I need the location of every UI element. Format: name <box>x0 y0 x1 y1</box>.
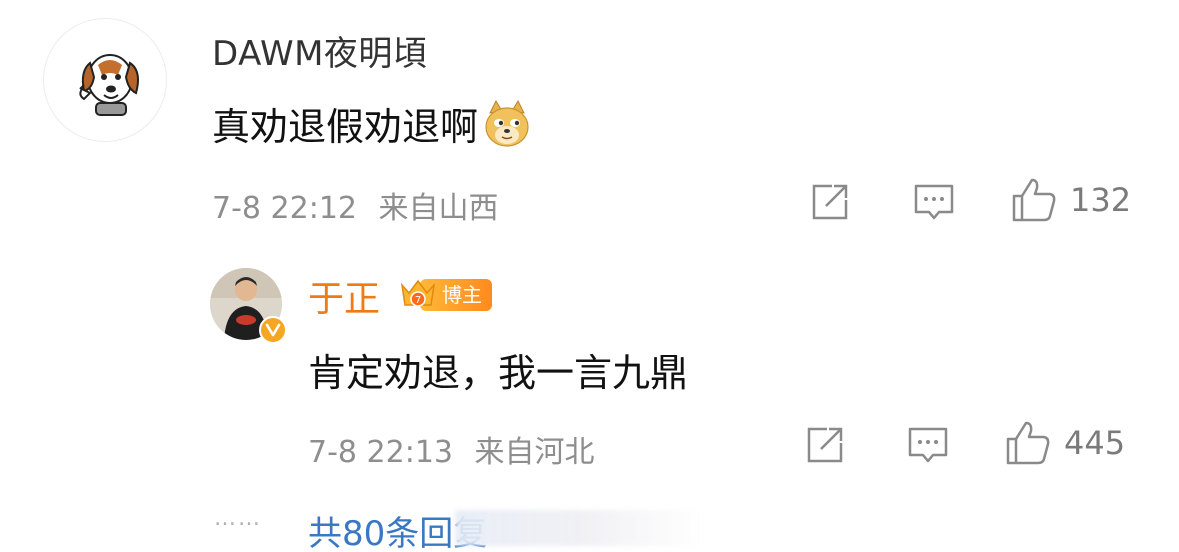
like-count: 132 <box>1070 181 1132 219</box>
thumbs-up-icon <box>1006 421 1050 465</box>
comment-button[interactable] <box>912 182 956 222</box>
reply-comment-button[interactable] <box>906 425 950 465</box>
blogger-badge: 7 博主 <box>398 275 492 315</box>
reply-like-count: 445 <box>1064 424 1126 462</box>
svg-text:7: 7 <box>415 295 421 306</box>
commenter-avatar[interactable] <box>43 18 167 142</box>
comment-bubble-icon <box>908 427 948 463</box>
reply-username[interactable]: 于正 <box>308 270 380 322</box>
comment-body: 真劝退假劝退啊 <box>212 105 479 149</box>
reply-share-button[interactable] <box>805 425 847 465</box>
comment-thread: DAWM夜明頃 真劝退假劝退啊 7-8 22:12 来自山西 132 于正 7 … <box>0 0 1179 552</box>
thumbs-up-icon <box>1012 178 1056 222</box>
reply-like-button[interactable]: 445 <box>1004 419 1125 467</box>
crown-icon: 7 <box>400 279 436 307</box>
more-dots: …… <box>214 506 262 531</box>
like-button[interactable]: 132 <box>1010 176 1131 224</box>
comment-bubble-icon <box>914 184 954 220</box>
comment-location: 来自山西 <box>378 191 499 226</box>
dog-avatar-icon <box>79 54 139 116</box>
reply-text: 肯定劝退，我一言九鼎 <box>308 351 689 395</box>
share-button[interactable] <box>810 182 852 222</box>
reply-location: 来自河北 <box>474 435 595 470</box>
share-icon <box>812 184 848 220</box>
reply-meta: 7-8 22:13 来自河北 <box>308 427 595 471</box>
comment-meta: 7-8 22:12 来自山西 <box>212 183 499 227</box>
blur-overlay <box>455 510 705 546</box>
commenter-username[interactable]: DAWM夜明頃 <box>212 26 427 75</box>
verified-badge-icon <box>259 316 287 344</box>
share-icon <box>807 427 843 463</box>
doge-emoji-icon <box>485 99 529 147</box>
comment-text: 真劝退假劝退啊 <box>212 96 532 151</box>
comment-time: 7-8 22:12 <box>212 191 357 226</box>
reply-time: 7-8 22:13 <box>308 435 453 470</box>
